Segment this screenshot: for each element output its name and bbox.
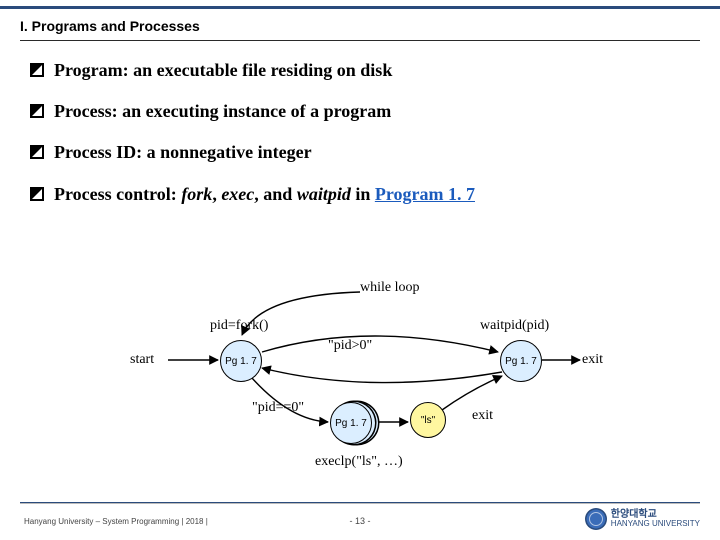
label-pid-fork: pid=fork() — [210, 318, 268, 334]
top-rule — [0, 6, 720, 9]
bullet-text: Process: an executing instance of a prog… — [54, 99, 391, 124]
bullet-sep: , — [212, 184, 221, 204]
node-ls: "ls" — [410, 402, 446, 438]
node-child-stack: Pg 1. 7 — [330, 402, 372, 444]
footer-rule — [20, 502, 700, 504]
bullet-text: Program: an executable file residing on … — [54, 58, 392, 83]
logo-text: 한양대학교 HANYANG UNIVERSITY — [611, 510, 700, 529]
section-title: I. Programs and Processes — [20, 18, 200, 34]
footer-course: Hanyang University – System Programming … — [24, 517, 208, 526]
node-label: Pg 1. 7 — [335, 418, 367, 429]
label-pid-eq0: "pid==0" — [252, 400, 304, 416]
node-parent-left: Pg 1. 7 — [220, 340, 262, 382]
bullet-icon — [30, 104, 44, 118]
bullet-item: Process control: fork, exec, and waitpid… — [30, 182, 690, 207]
node-label: Pg 1. 7 — [225, 356, 257, 367]
label-pid-gt0: "pid>0" — [328, 338, 372, 354]
label-exit-right: exit — [582, 352, 603, 368]
node-label: "ls" — [421, 415, 435, 426]
section-title-text: Programs and Processes — [32, 18, 200, 34]
label-while-loop: while loop — [360, 280, 420, 296]
label-start: start — [130, 352, 154, 368]
university-logo: 한양대학교 HANYANG UNIVERSITY — [585, 508, 700, 530]
label-execlp: execlp("ls", …) — [315, 454, 403, 470]
bullet-icon — [30, 63, 44, 77]
bullet-prefix: Process control: — [54, 184, 181, 204]
bullet-em: waitpid — [297, 184, 351, 204]
bullet-text: Process control: fork, exec, and waitpid… — [54, 182, 475, 207]
bullet-item: Process: an executing instance of a prog… — [30, 99, 690, 124]
logo-en: HANYANG UNIVERSITY — [611, 519, 700, 528]
bullet-list: Program: an executable file residing on … — [30, 58, 690, 223]
title-rule — [20, 40, 700, 41]
label-exit-mid: exit — [472, 408, 493, 424]
program-link[interactable]: Program 1. 7 — [375, 184, 475, 204]
diagram: while loop pid=fork() start "pid>0" "pid… — [110, 280, 620, 480]
node-parent-right: Pg 1. 7 — [500, 340, 542, 382]
bullet-item: Program: an executable file residing on … — [30, 58, 690, 83]
diagram-arrows — [110, 280, 620, 480]
label-waitpid: waitpid(pid) — [480, 318, 549, 334]
bullet-em: exec — [221, 184, 254, 204]
section-number: I. — [20, 18, 28, 34]
bullet-suffix: in — [351, 184, 375, 204]
bullet-sep: , and — [254, 184, 297, 204]
bullet-text: Process ID: a nonnegative integer — [54, 140, 312, 165]
logo-badge-icon — [585, 508, 607, 530]
page-number: - 13 - — [349, 516, 370, 526]
bullet-icon — [30, 187, 44, 201]
bullet-em: fork — [181, 184, 212, 204]
bullet-icon — [30, 145, 44, 159]
node-label: Pg 1. 7 — [505, 356, 537, 367]
bullet-item: Process ID: a nonnegative integer — [30, 140, 690, 165]
